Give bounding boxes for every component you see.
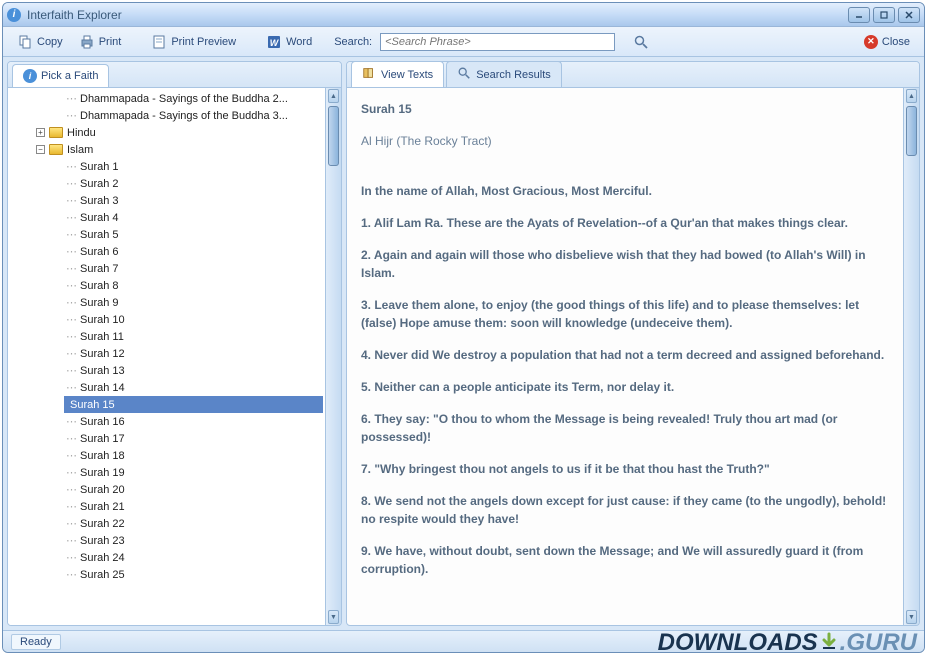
verse: 6. They say: "O thou to whom the Message… [361,410,889,446]
tree-folder-islam[interactable]: −Islam [8,141,325,158]
tree-item-surah[interactable]: ⋯Surah 19 [8,464,325,481]
tree-item-surah[interactable]: ⋯Surah 10 [8,311,325,328]
tree-item-surah[interactable]: ⋯Surah 17 [8,430,325,447]
tab-pick-faith[interactable]: i Pick a Faith [12,64,109,87]
scroll-up-icon[interactable]: ▲ [906,89,917,103]
tree-item-surah[interactable]: ⋯Surah 5 [8,226,325,243]
scroll-thumb[interactable] [328,106,339,166]
tree-item-surah[interactable]: ⋯Surah 21 [8,498,325,515]
preview-icon [151,34,167,50]
tab-view-label: View Texts [381,69,433,81]
tree-item-surah[interactable]: ⋯Surah 6 [8,243,325,260]
tree-item-surah[interactable]: Surah 15 [64,396,323,413]
tree-item-surah[interactable]: ⋯Surah 18 [8,447,325,464]
tab-search-label: Search Results [476,69,551,81]
scroll-down-icon[interactable]: ▼ [328,610,339,624]
folder-icon [49,144,63,155]
tab-search-results[interactable]: Search Results [446,61,562,87]
search-input[interactable] [380,33,615,51]
titlebar: i Interfaith Explorer [3,3,924,27]
verse: 5. Neither can a people anticipate its T… [361,378,889,396]
search-icon [457,66,471,83]
tree-item-surah[interactable]: ⋯Surah 9 [8,294,325,311]
folder-icon [49,127,63,138]
tree-item-surah[interactable]: ⋯Surah 25 [8,566,325,583]
verse: 8. We send not the angels down except fo… [361,492,889,528]
print-label: Print [99,36,122,48]
tree-item-surah[interactable]: ⋯Surah 20 [8,481,325,498]
surah-intro: In the name of Allah, Most Gracious, Mos… [361,182,889,200]
tree-item-surah[interactable]: ⋯Surah 14 [8,379,325,396]
expander-icon[interactable]: + [36,128,45,137]
close-window-button[interactable] [898,7,920,23]
verse: 9. We have, without doubt, sent down the… [361,542,889,578]
tree-item-surah[interactable]: ⋯Surah 2 [8,175,325,192]
app-window: i Interfaith Explorer Copy Print Print P… [2,2,925,653]
faith-tree[interactable]: ⋯Dhammapada - Sayings of the Buddha 2...… [8,88,325,625]
status-text: Ready [11,634,61,650]
tree-item-surah[interactable]: ⋯Surah 8 [8,277,325,294]
word-label: Word [286,36,312,48]
verse: 1. Alif Lam Ra. These are the Ayats of R… [361,214,889,232]
tree-item-surah[interactable]: ⋯Surah 13 [8,362,325,379]
word-icon: W [266,34,282,50]
info-icon: i [23,69,37,83]
scroll-up-icon[interactable]: ▲ [328,89,339,103]
preview-label: Print Preview [171,36,236,48]
search-label: Search: [334,36,372,48]
text-scrollbar[interactable]: ▲ ▼ [903,88,919,625]
surah-subtitle: Al Hijr (The Rocky Tract) [361,132,889,150]
tree-item-surah[interactable]: ⋯Surah 4 [8,209,325,226]
book-icon [362,66,376,83]
close-icon: ✕ [864,35,878,49]
copy-icon [17,34,33,50]
text-content: Surah 15 Al Hijr (The Rocky Tract) In the … [347,88,903,625]
verse: 7. "Why bringest thou not angels to us i… [361,460,889,478]
scroll-down-icon[interactable]: ▼ [906,610,917,624]
verse: 3. Leave them alone, to enjoy (the good … [361,296,889,332]
right-tabs: View Texts Search Results [347,62,919,88]
verse: 4. Never did We destroy a population tha… [361,346,889,364]
content-area: i Pick a Faith ⋯Dhammapada - Sayings of … [3,57,924,630]
close-button[interactable]: ✕ Close [858,32,916,52]
tree-item-surah[interactable]: ⋯Surah 22 [8,515,325,532]
tree-item-surah[interactable]: ⋯Surah 7 [8,260,325,277]
minimize-button[interactable] [848,7,870,23]
print-button[interactable]: Print [73,31,128,53]
scroll-thumb[interactable] [906,106,917,156]
tree-scrollbar[interactable]: ▲ ▼ [325,88,341,625]
tree-item-surah[interactable]: ⋯Surah 3 [8,192,325,209]
search-go-button[interactable] [633,34,649,50]
left-panel: i Pick a Faith ⋯Dhammapada - Sayings of … [7,61,342,626]
tree-item-surah[interactable]: ⋯Surah 23 [8,532,325,549]
print-preview-button[interactable]: Print Preview [145,31,242,53]
left-tabs: i Pick a Faith [8,62,341,88]
window-title: Interfaith Explorer [27,8,848,22]
expander-icon[interactable]: − [36,145,45,154]
toolbar: Copy Print Print Preview W Word Search: … [3,27,924,57]
tree-item[interactable]: ⋯Dhammapada - Sayings of the Buddha 2... [8,90,325,107]
tab-pick-faith-label: Pick a Faith [41,70,98,82]
word-button[interactable]: W Word [260,31,318,53]
tree-item-surah[interactable]: ⋯Surah 16 [8,413,325,430]
tree-item-surah[interactable]: ⋯Surah 24 [8,549,325,566]
app-icon: i [7,8,21,22]
tree-item-surah[interactable]: ⋯Surah 12 [8,345,325,362]
right-panel: View Texts Search Results Surah 15 Al Hij… [346,61,920,626]
verse: 2. Again and again will those who disbel… [361,246,889,282]
print-icon [79,34,95,50]
maximize-button[interactable] [873,7,895,23]
tree-folder-hindu[interactable]: +Hindu [8,124,325,141]
tab-view-texts[interactable]: View Texts [351,61,444,87]
close-label: Close [882,36,910,48]
tree-item-surah[interactable]: ⋯Surah 1 [8,158,325,175]
copy-button[interactable]: Copy [11,31,69,53]
statusbar: Ready [3,630,924,652]
copy-label: Copy [37,36,63,48]
surah-title: Surah 15 [361,100,889,118]
tree-item-surah[interactable]: ⋯Surah 11 [8,328,325,345]
tree-item[interactable]: ⋯Dhammapada - Sayings of the Buddha 3... [8,107,325,124]
